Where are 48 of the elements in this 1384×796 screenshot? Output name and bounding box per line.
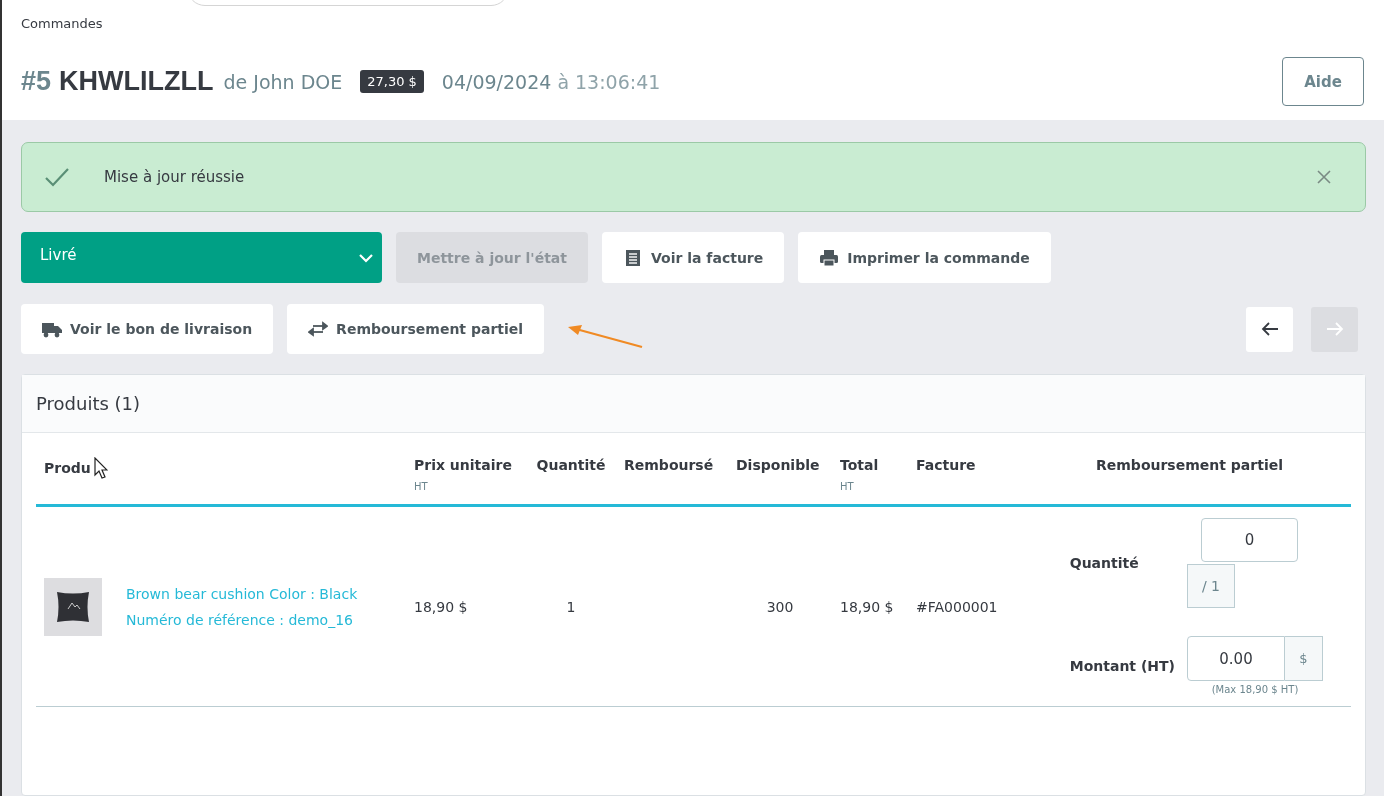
order-total-badge: 27,30 $ (360, 70, 424, 93)
alert-message: Mise à jour réussie (104, 168, 245, 186)
quantity-input[interactable]: 0 (1201, 518, 1298, 562)
arrow-right-icon (1324, 321, 1345, 337)
action-button[interactable]: Remboursement partiel (287, 304, 545, 354)
column-header[interactable]: Produ (44, 460, 91, 476)
unit-price: 18,90 $ (414, 598, 468, 615)
column-header[interactable]: Disponible (736, 457, 820, 473)
time-prefix: à (557, 70, 570, 93)
invoice-icon (623, 248, 643, 267)
currency-addon: $ (1285, 636, 1323, 681)
quantity: 1 (566, 598, 576, 615)
action-button[interactable]: Imprimer la commande (798, 232, 1051, 283)
invoice-number: #FA000001 (916, 598, 998, 615)
order-date: 04/09/2024 (441, 70, 552, 93)
column-subheader: HT (840, 481, 855, 492)
column-header[interactable]: Total (840, 457, 879, 473)
quantity-max: / 1 (1187, 564, 1235, 608)
previous-button[interactable] (1246, 306, 1293, 352)
column-subheader: HT (414, 481, 429, 492)
close-icon[interactable] (1317, 170, 1331, 184)
arrow-left-icon (1259, 321, 1280, 337)
column-header[interactable]: Remboursement partiel (1096, 457, 1283, 473)
action-button[interactable]: Voir le bon de livraison (21, 304, 274, 354)
check-icon (44, 166, 70, 188)
printer-icon (819, 248, 840, 267)
amount-input[interactable]: 0.00 (1187, 636, 1285, 681)
mouse-cursor-icon (93, 457, 108, 479)
total-price: 18,90 $ (840, 598, 894, 615)
order-number: #5 (21, 66, 52, 97)
help-button[interactable]: Aide (1282, 57, 1364, 106)
column-header[interactable]: Quantité (536, 457, 606, 473)
amount-hint: (Max 18,90 $ HT) (1211, 684, 1299, 695)
field-label: Quantité (1069, 555, 1140, 571)
order-reference: KHWLILZLL (59, 66, 214, 97)
order-time: 13:06:41 (575, 70, 661, 93)
column-header[interactable]: Prix unitaire (414, 457, 512, 473)
column-header[interactable]: Remboursé (624, 457, 714, 473)
column-header[interactable]: Facture (916, 457, 976, 473)
swap-arrows-icon (308, 320, 329, 338)
action-button[interactable]: Voir la facture (602, 232, 785, 283)
customer-name: de John DOE (223, 70, 343, 93)
breadcrumb[interactable]: Commandes (21, 0, 103, 31)
available-quantity: 300 (766, 598, 794, 615)
chevron-down-icon (358, 252, 374, 263)
panel-title: Produits (1) (22, 375, 1365, 433)
field-label: Montant (HT) (1069, 657, 1175, 674)
truck-icon (42, 320, 62, 338)
